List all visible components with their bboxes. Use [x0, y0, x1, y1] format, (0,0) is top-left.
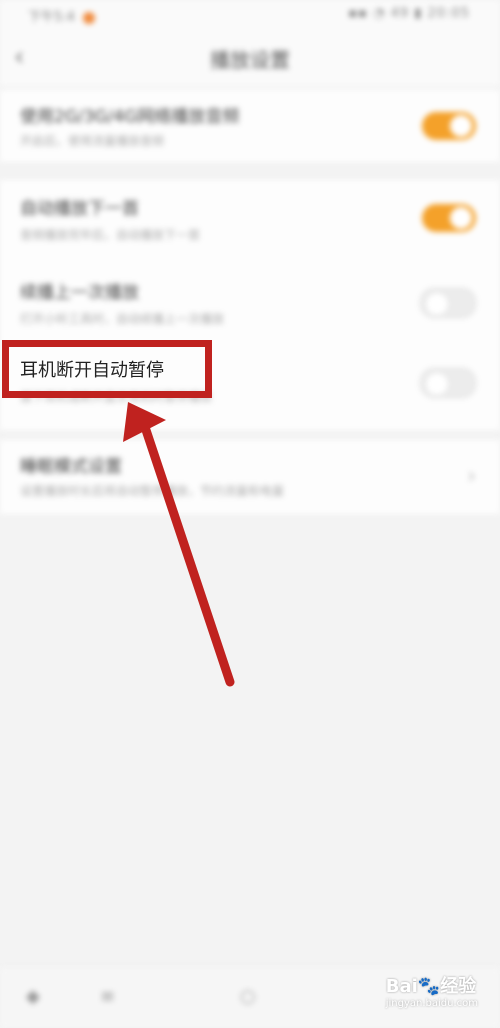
annotation-arrow-icon — [123, 402, 235, 687]
watermark-sub: jingyan.baidu.com — [385, 998, 478, 1009]
paw-icon: 🐾 — [417, 976, 441, 997]
watermark-brand-2: 经验 — [440, 976, 477, 997]
baidu-watermark: Bai🐾经验 jingyan.baidu.com — [386, 972, 478, 1009]
watermark-brand: Bai — [385, 976, 418, 997]
